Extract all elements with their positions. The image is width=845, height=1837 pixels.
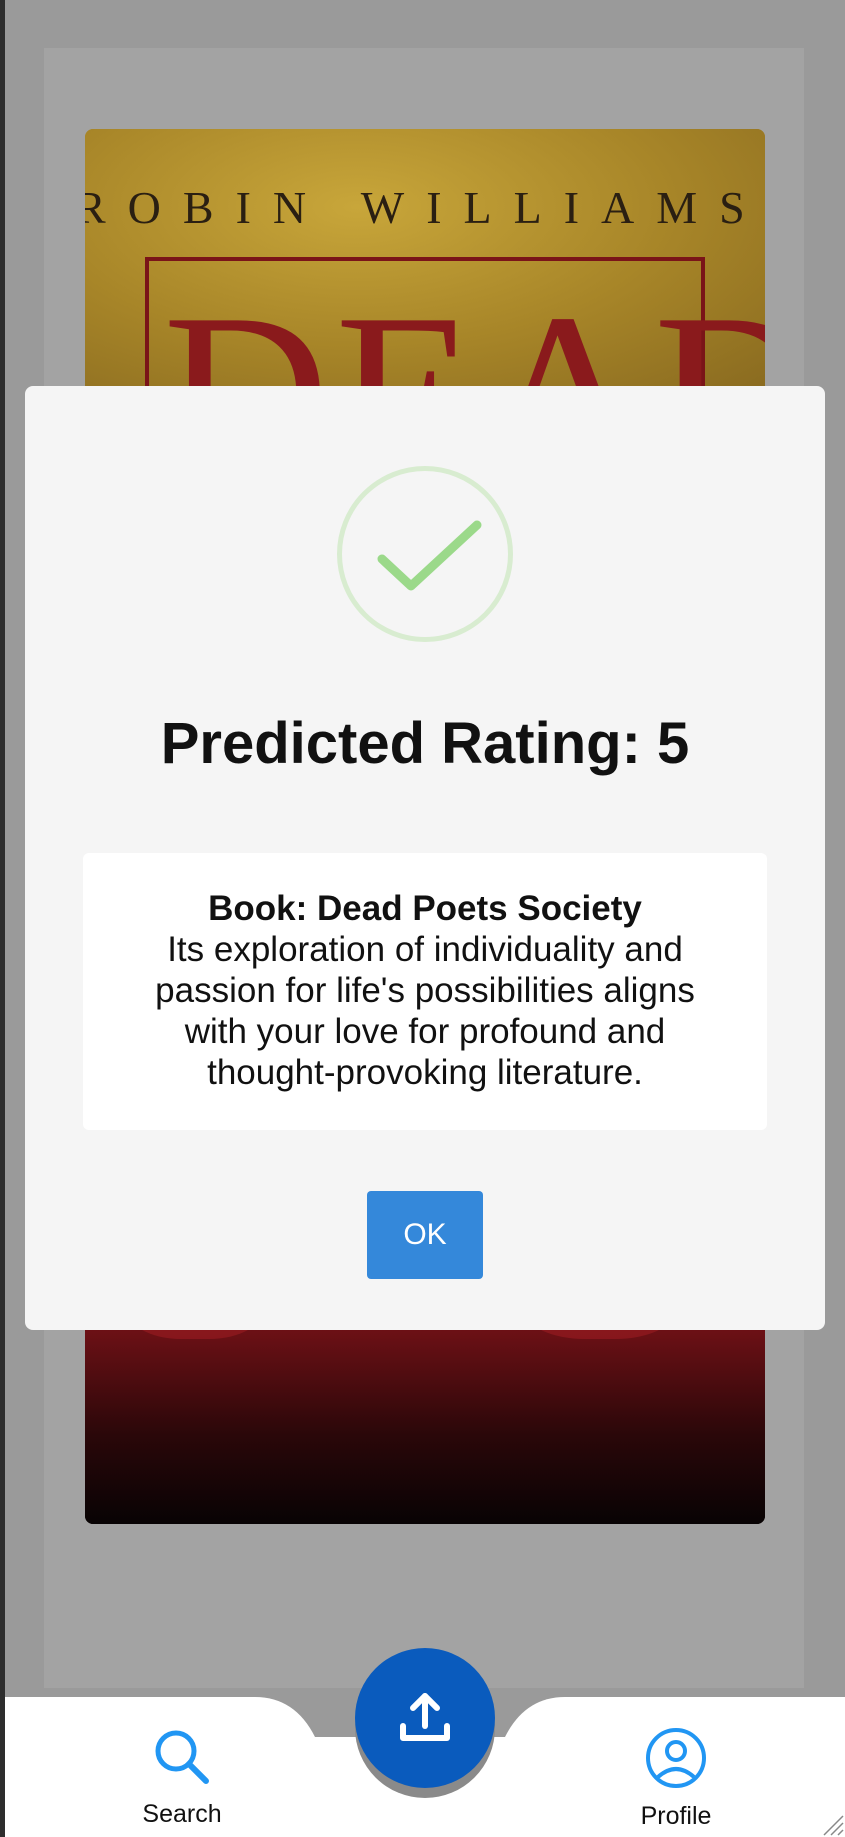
search-icon <box>155 1730 209 1784</box>
ok-button[interactable]: OK <box>367 1191 483 1279</box>
upload-fab-button[interactable] <box>355 1648 495 1788</box>
app-background: ROBIN WILLIAMS DEAD Predicted Rating: 5 … <box>0 0 845 1837</box>
nav-profile-label: Profile <box>640 1802 712 1830</box>
nav-search-button[interactable]: Search <box>112 1727 252 1829</box>
book-name-line: Book: Dead Poets Society <box>208 889 642 928</box>
resize-grip-icon[interactable] <box>820 1812 844 1836</box>
nav-search-label: Search <box>142 1800 222 1828</box>
modal-title: Predicted Rating: 5 <box>160 711 690 776</box>
nav-profile-button[interactable]: Profile <box>606 1727 746 1831</box>
prediction-reason-text: Its exploration of individuality and pas… <box>155 930 695 1092</box>
success-check-icon <box>337 466 513 642</box>
profile-icon <box>646 1728 706 1788</box>
prediction-message-box: Book: Dead Poets Society Its exploration… <box>83 853 767 1130</box>
upload-icon <box>400 1693 450 1741</box>
